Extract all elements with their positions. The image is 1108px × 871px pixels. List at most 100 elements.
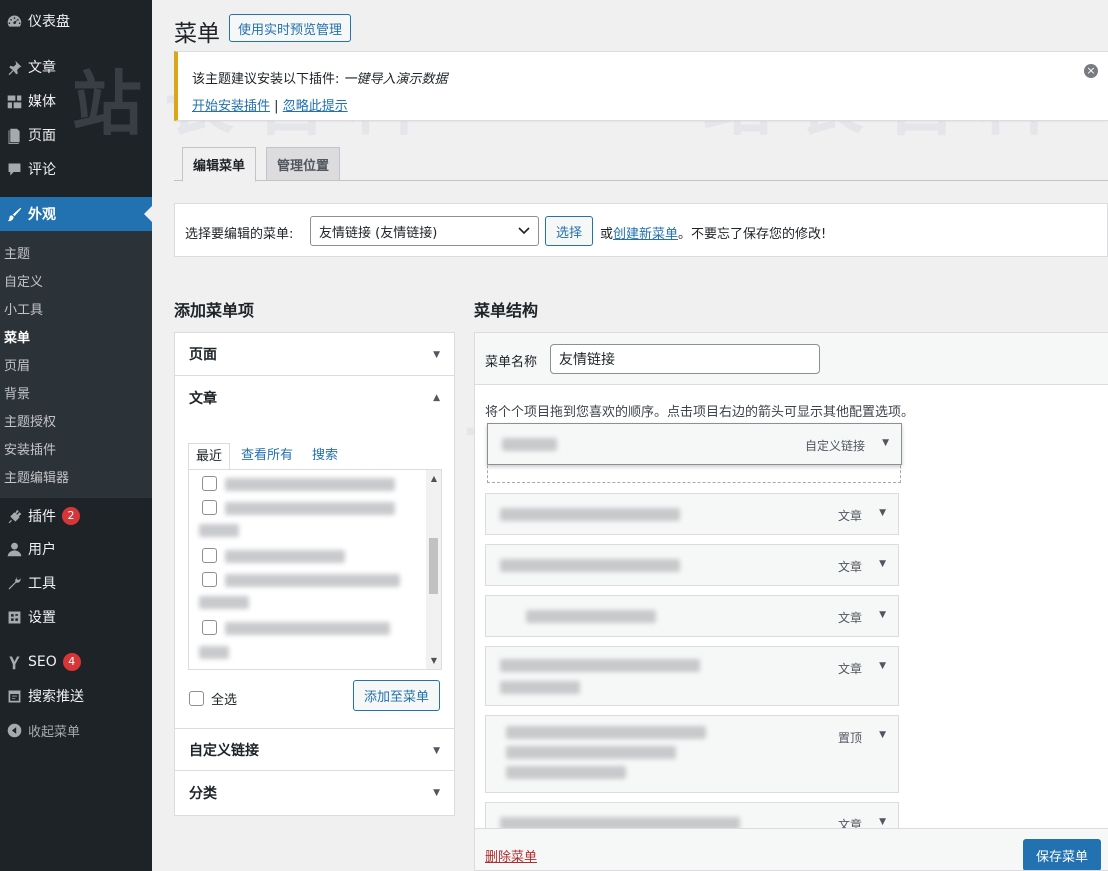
sidebar-item-label: 评论 <box>28 162 56 178</box>
select-all-label: 全选 <box>211 693 238 708</box>
appearance-submenu: 主题 自定义 小工具 菜单 页眉 背景 主题授权 安装插件 主题编辑器 <box>0 231 152 498</box>
menu-item[interactable]: 文章 ▼ <box>485 646 899 706</box>
sidebar-item-label: 工具 <box>28 576 56 592</box>
delete-menu-link[interactable]: 删除菜单 <box>485 846 537 865</box>
expand-arrow-icon[interactable]: ▼ <box>879 610 886 620</box>
accordion-posts[interactable]: 文章 ▲ <box>175 376 454 419</box>
menu-item[interactable]: 文章 ▼ <box>485 493 899 535</box>
blurred-item-title <box>506 746 676 759</box>
page-icon <box>4 125 24 145</box>
post-checkbox[interactable] <box>202 500 217 515</box>
blurred-post-title <box>225 550 345 563</box>
user-icon <box>4 539 24 559</box>
save-menu-button[interactable]: 保存菜单 <box>1023 839 1102 870</box>
menu-name-label: 菜单名称 <box>485 355 538 370</box>
live-preview-button[interactable]: 使用实时预览管理 <box>229 14 352 42</box>
accordion-pages[interactable]: 页面 ▼ <box>175 333 454 376</box>
sidebar-item-tools[interactable]: 工具 <box>0 566 152 600</box>
post-checkbox[interactable] <box>202 572 217 587</box>
submenu-item-menus[interactable]: 菜单 <box>4 327 30 346</box>
comment-icon <box>4 159 24 179</box>
menu-item-type: 文章 <box>837 662 862 676</box>
select-all-checkbox[interactable]: 全选 <box>189 689 237 708</box>
close-icon[interactable]: × <box>1084 64 1098 78</box>
sidebar-item-settings[interactable]: 设置 <box>0 600 152 634</box>
sidebar-item-media[interactable]: 媒体 <box>0 84 152 118</box>
blurred-item-title <box>502 438 557 451</box>
posts-scrollbar[interactable]: ▲ ▼ <box>426 470 441 669</box>
scrollbar-thumb[interactable] <box>429 538 438 594</box>
expand-arrow-icon[interactable]: ▼ <box>879 730 886 740</box>
submenu-item-install-plugins[interactable]: 安装插件 <box>4 439 56 458</box>
sidebar-item-label: 搜索推送 <box>28 689 84 705</box>
notice-text: 该主题建议安装以下插件: <box>192 72 340 87</box>
menu-item[interactable]: 文章 ▼ <box>485 595 899 637</box>
seo-notification-badge: 4 <box>62 653 81 671</box>
accordion-categories[interactable]: 分类 ▼ <box>175 771 454 814</box>
menu-item[interactable]: 文章 ▼ <box>485 544 899 586</box>
chevron-down-icon <box>518 224 530 239</box>
submenu-item-theme-license[interactable]: 主题授权 <box>4 411 56 430</box>
sidebar-item-search-push[interactable]: 搜索推送 <box>0 679 152 713</box>
submenu-item-header[interactable]: 页眉 <box>4 355 30 374</box>
post-checkbox[interactable] <box>202 476 217 491</box>
blurred-item-title <box>526 610 656 623</box>
select-menu-button[interactable]: 选择 <box>545 216 594 246</box>
tab-most-recent[interactable]: 最近 <box>188 443 231 470</box>
submenu-item-theme-editor[interactable]: 主题编辑器 <box>4 467 69 486</box>
dismiss-notice-link[interactable]: 忽略此提示 <box>283 99 348 114</box>
notice-plugin-name: 一键导入演示数据 <box>343 72 448 87</box>
scroll-down-arrow-icon[interactable]: ▼ <box>431 656 437 665</box>
submenu-item-widgets[interactable]: 小工具 <box>4 299 43 318</box>
install-plugins-link[interactable]: 开始安装插件 <box>192 99 270 114</box>
create-new-menu-link[interactable]: 创建新菜单 <box>613 227 678 242</box>
collapse-icon <box>4 720 24 740</box>
menu-item-type: 文章 <box>837 509 862 523</box>
expand-arrow-icon[interactable]: ▼ <box>879 817 886 827</box>
menu-structure-panel: 菜单名称 友情链接 将个个项目拖到您喜欢的顺序。点击项目右边的箭头可显示其他配置… <box>474 332 1108 871</box>
sidebar-item-plugins[interactable]: 插件 2 <box>0 499 152 533</box>
add-to-menu-button[interactable]: 添加至菜单 <box>353 680 441 711</box>
wrench-icon <box>4 573 24 593</box>
scroll-up-arrow-icon[interactable]: ▲ <box>431 474 437 483</box>
accordion-custom-links[interactable]: 自定义链接 ▼ <box>175 728 454 771</box>
sidebar-item-dashboard[interactable]: 仪表盘 <box>0 4 152 38</box>
tab-manage-locations[interactable]: 管理位置 <box>266 147 341 181</box>
submenu-item-customize[interactable]: 自定义 <box>4 271 43 290</box>
checkbox[interactable] <box>189 691 204 706</box>
post-checkbox[interactable] <box>202 548 217 563</box>
add-items-accordion: 页面 ▼ 文章 ▲ 最近 查看所有 搜索 ▲ ▼ 全选 添加至菜单 自定义链接 … <box>174 332 455 816</box>
expand-arrow-icon[interactable]: ▼ <box>879 508 886 518</box>
menu-item[interactable]: 置顶 ▼ <box>485 715 899 793</box>
sidebar-item-users[interactable]: 用户 <box>0 532 152 566</box>
menu-item[interactable]: 自定义链接 ▼ <box>487 423 902 465</box>
post-checkbox[interactable] <box>202 620 217 635</box>
blurred-post-title <box>199 524 239 537</box>
posts-checklist: ▲ ▼ <box>188 469 442 670</box>
tab-edit-menus[interactable]: 编辑菜单 <box>182 147 257 182</box>
accordion-label: 文章 <box>189 390 217 407</box>
expand-arrow-icon[interactable]: ▼ <box>879 559 886 569</box>
accordion-label: 页面 <box>189 347 217 363</box>
blurred-item-title <box>500 681 580 694</box>
blurred-item-title <box>500 559 680 572</box>
sidebar-item-seo[interactable]: SEO 4 <box>0 645 152 679</box>
submenu-item-background[interactable]: 背景 <box>4 383 30 402</box>
tab-search[interactable]: 搜索 <box>305 443 345 469</box>
collapse-menu-button[interactable]: 收起菜单 <box>0 713 152 747</box>
sidebar-item-appearance[interactable]: 外观 <box>0 197 152 231</box>
pin-icon <box>4 57 24 77</box>
expand-arrow-icon[interactable]: ▼ <box>882 438 889 448</box>
plugin-update-badge: 2 <box>62 507 80 525</box>
sidebar-item-comments[interactable]: 评论 <box>0 152 152 186</box>
menu-select-value: 友情链接 (友情链接) <box>319 225 438 241</box>
menu-name-input[interactable]: 友情链接 <box>550 344 820 374</box>
tab-view-all[interactable]: 查看所有 <box>234 443 300 469</box>
sidebar-item-posts[interactable]: 文章 <box>0 50 152 84</box>
menu-select-dropdown[interactable]: 友情链接 (友情链接) <box>310 216 539 246</box>
sidebar-item-pages[interactable]: 页面 <box>0 118 152 152</box>
submenu-item-themes[interactable]: 主题 <box>4 243 30 262</box>
expand-arrow-icon[interactable]: ▼ <box>879 661 886 671</box>
posts-panel: 最近 查看所有 搜索 ▲ ▼ <box>188 443 442 670</box>
menu-item-type: 置顶 <box>837 731 862 745</box>
